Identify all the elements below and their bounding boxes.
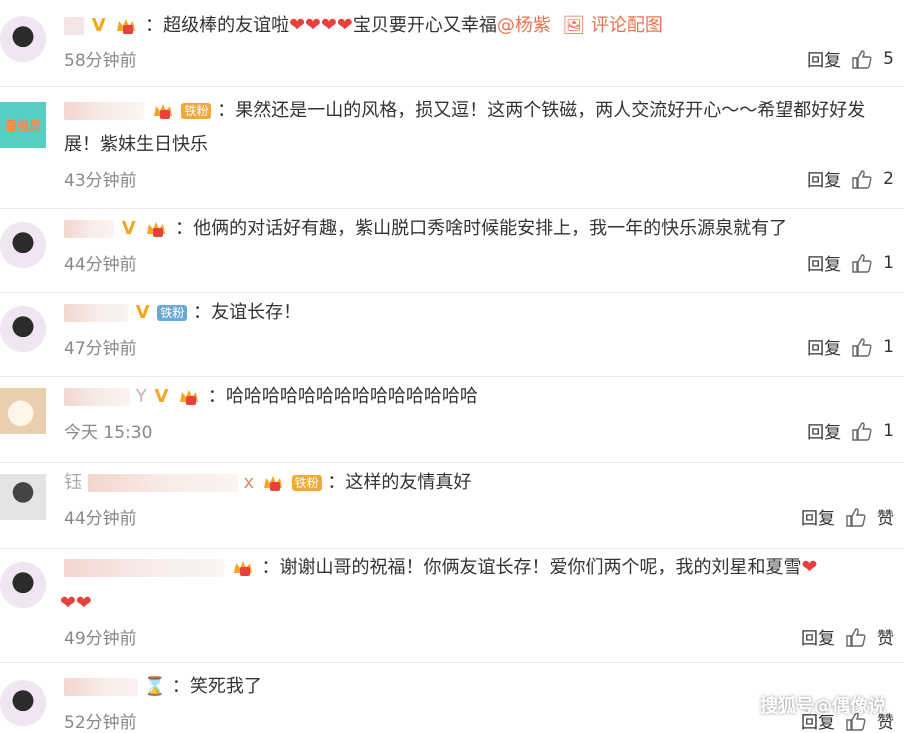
- comment-time: 49分钟前: [64, 629, 137, 649]
- avatar[interactable]: [0, 474, 46, 520]
- avatar[interactable]: [0, 562, 46, 608]
- avatar[interactable]: [0, 16, 46, 62]
- like-count: 1: [883, 420, 894, 441]
- crown-badge-icon: [145, 220, 167, 238]
- comment-item: Y V ：哈哈哈哈哈哈哈哈哈哈哈哈哈哈 今天 15:30 回复 1: [0, 376, 904, 463]
- comment-text: ：超级棒的友谊啦: [145, 15, 290, 36]
- reply-button[interactable]: 回复: [807, 250, 841, 275]
- like-count: 1: [883, 252, 894, 273]
- avatar[interactable]: [0, 388, 46, 434]
- reply-button[interactable]: 回复: [801, 624, 835, 649]
- like-label[interactable]: 赞: [877, 624, 894, 649]
- comment-time: 47分钟前: [64, 339, 137, 359]
- username[interactable]: [87, 474, 238, 492]
- like-icon[interactable]: [851, 168, 873, 190]
- like-icon[interactable]: [851, 48, 873, 70]
- username-prefix: 钰: [64, 472, 82, 493]
- crown-badge-icon: [115, 17, 137, 35]
- username[interactable]: [64, 304, 128, 322]
- crown-badge-icon: [232, 559, 254, 577]
- avatar[interactable]: [0, 680, 46, 726]
- username[interactable]: [64, 678, 138, 696]
- like-icon[interactable]: [851, 420, 873, 442]
- hourglass-icon: ⌛: [143, 676, 167, 697]
- comment-time: 52分钟前: [64, 713, 137, 733]
- avatar[interactable]: [0, 306, 46, 352]
- verified-icon: V: [154, 386, 169, 407]
- comment-time: 44分钟前: [64, 509, 137, 529]
- comment-time: 44分钟前: [64, 255, 137, 275]
- username[interactable]: [64, 388, 130, 406]
- avatar-text: 星姐员: [4, 118, 41, 133]
- comment-image-label: 评论配图: [590, 15, 663, 36]
- reply-button[interactable]: 回复: [801, 504, 835, 529]
- comment-item: 星姐员 铁粉 ：果然还是一山的风格，损又逗！这两个铁磁，两人交流好开心～～希望都…: [0, 86, 904, 209]
- like-icon[interactable]: [845, 506, 867, 528]
- comment-time: 今天 15:30: [64, 423, 153, 443]
- crown-badge-icon: [178, 388, 200, 406]
- crown-badge-icon: [152, 102, 174, 120]
- reply-button[interactable]: 回复: [807, 418, 841, 443]
- comment-text: ：友谊长存！: [193, 302, 302, 323]
- image-icon: 🖼: [562, 15, 586, 36]
- comment-text: ：哈哈哈哈哈哈哈哈哈哈哈哈哈哈: [207, 386, 478, 407]
- like-count: 2: [883, 168, 894, 189]
- reply-button[interactable]: 回复: [807, 46, 841, 71]
- like-count: 1: [883, 336, 894, 357]
- mention-link[interactable]: @杨紫: [497, 15, 551, 36]
- verified-icon: V: [135, 302, 150, 323]
- heart-emoji: ❤❤❤❤: [289, 14, 353, 36]
- like-icon[interactable]: [851, 252, 873, 274]
- comment-text: ：他俩的对话好有趣，紫山脱口秀啥时候能安排上，我一年的快乐源泉就有了: [175, 218, 788, 239]
- username[interactable]: [64, 220, 114, 238]
- username-suffix: x: [243, 472, 255, 493]
- verified-icon: V: [121, 218, 136, 239]
- heart-emoji: ❤❤: [60, 592, 92, 614]
- like-icon[interactable]: [845, 626, 867, 648]
- comment-text-2: 宝贝要开心又幸福: [352, 15, 497, 36]
- comment-image-link[interactable]: 🖼 评论配图: [557, 15, 663, 36]
- like-label[interactable]: 赞: [877, 504, 894, 529]
- like-count: 5: [883, 48, 894, 69]
- comment-time: 58分钟前: [64, 51, 137, 71]
- crown-badge-icon: [262, 474, 284, 492]
- username[interactable]: [64, 559, 224, 577]
- comment-item: V ：他俩的对话好有趣，紫山脱口秀啥时候能安排上，我一年的快乐源泉就有了 44分…: [0, 208, 904, 293]
- username[interactable]: [64, 102, 144, 120]
- username[interactable]: [64, 17, 84, 35]
- fan-badge: 铁粉: [157, 305, 188, 321]
- comment-item: ：谢谢山哥的祝福！你俩友谊长存！爱你们两个呢，我的刘星和夏雪❤ ❤❤ 49分钟前…: [0, 548, 904, 663]
- comment-item: V 铁粉 ：友谊长存！ 47分钟前 回复 1: [0, 292, 904, 377]
- comment-item: 钰 x 铁粉 ：这样的友情真好 44分钟前 回复 赞: [0, 462, 904, 549]
- comment-text: ：笑死我了: [171, 676, 262, 697]
- reply-button[interactable]: 回复: [807, 166, 841, 191]
- username-suffix: Y: [135, 386, 147, 407]
- watermark: 搜狐号@偶像说: [760, 696, 886, 717]
- comment-time: 43分钟前: [64, 171, 137, 191]
- reply-button[interactable]: 回复: [807, 334, 841, 359]
- heart-emoji: ❤: [801, 556, 818, 578]
- fan-badge: 铁粉: [181, 103, 212, 119]
- fan-badge: 铁粉: [291, 475, 322, 491]
- avatar[interactable]: 星姐员: [0, 102, 46, 148]
- like-icon[interactable]: [851, 336, 873, 358]
- avatar[interactable]: [0, 222, 46, 268]
- comment-text: ：谢谢山哥的祝福！你俩友谊长存！爱你们两个呢，我的刘星和夏雪: [261, 557, 802, 578]
- verified-icon: V: [91, 15, 106, 36]
- comment-text: ：这样的友情真好: [327, 472, 472, 493]
- comment-item: V ：超级棒的友谊啦❤❤❤❤宝贝要开心又幸福@杨紫 🖼 评论配图 58分钟前 回…: [0, 0, 904, 87]
